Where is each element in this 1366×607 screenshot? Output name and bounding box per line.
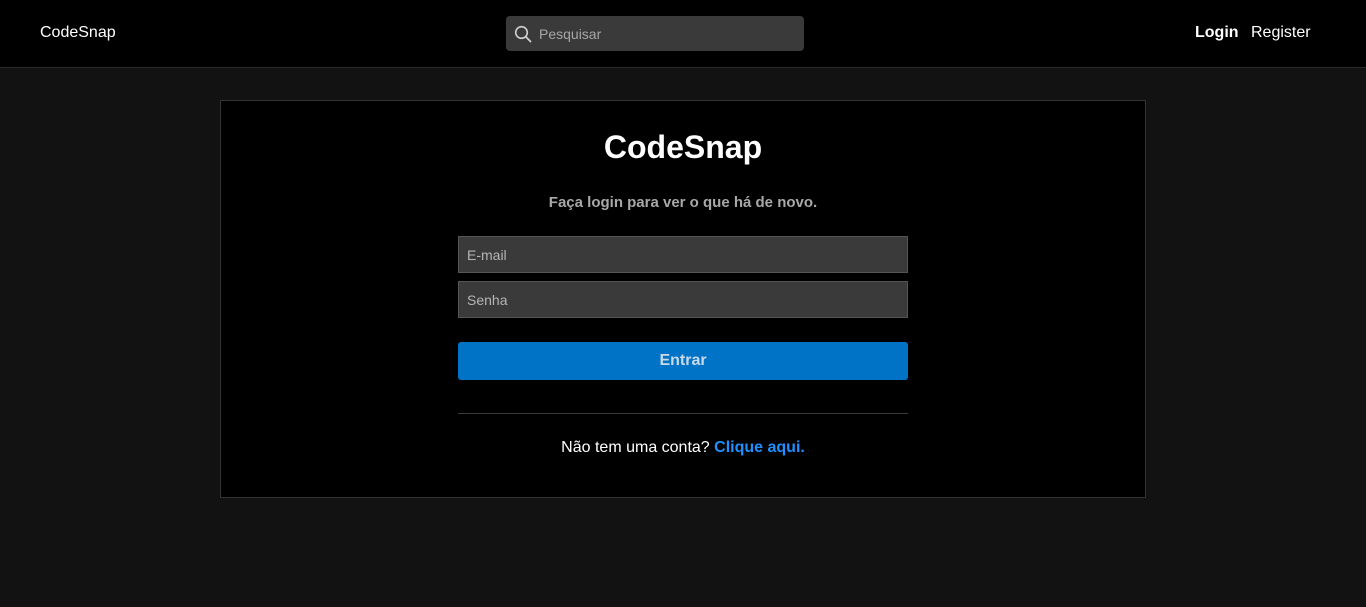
login-card-subtitle: Faça login para ver o que há de novo. bbox=[548, 194, 818, 211]
signup-link[interactable]: Clique aqui. bbox=[714, 439, 805, 456]
search-box[interactable] bbox=[506, 16, 804, 51]
top-navigation-bar: CodeSnap Login Register bbox=[0, 0, 1366, 68]
divider bbox=[458, 413, 908, 414]
signup-text: Não tem uma conta? bbox=[561, 439, 710, 456]
nav-login-link[interactable]: Login bbox=[1195, 24, 1239, 42]
login-card: CodeSnap Faça login para ver o que há de… bbox=[220, 100, 1146, 498]
search-input[interactable] bbox=[539, 16, 797, 51]
login-submit-button[interactable]: Entrar bbox=[458, 342, 908, 380]
search-icon bbox=[514, 25, 532, 43]
nav-register-link[interactable]: Register bbox=[1251, 24, 1311, 42]
password-field[interactable] bbox=[458, 281, 908, 318]
login-card-title: CodeSnap bbox=[603, 129, 763, 165]
signup-prompt: Não tem uma conta? Clique aqui. bbox=[221, 439, 1145, 457]
email-field[interactable] bbox=[458, 236, 908, 273]
brand-logo-link[interactable]: CodeSnap bbox=[40, 24, 116, 42]
